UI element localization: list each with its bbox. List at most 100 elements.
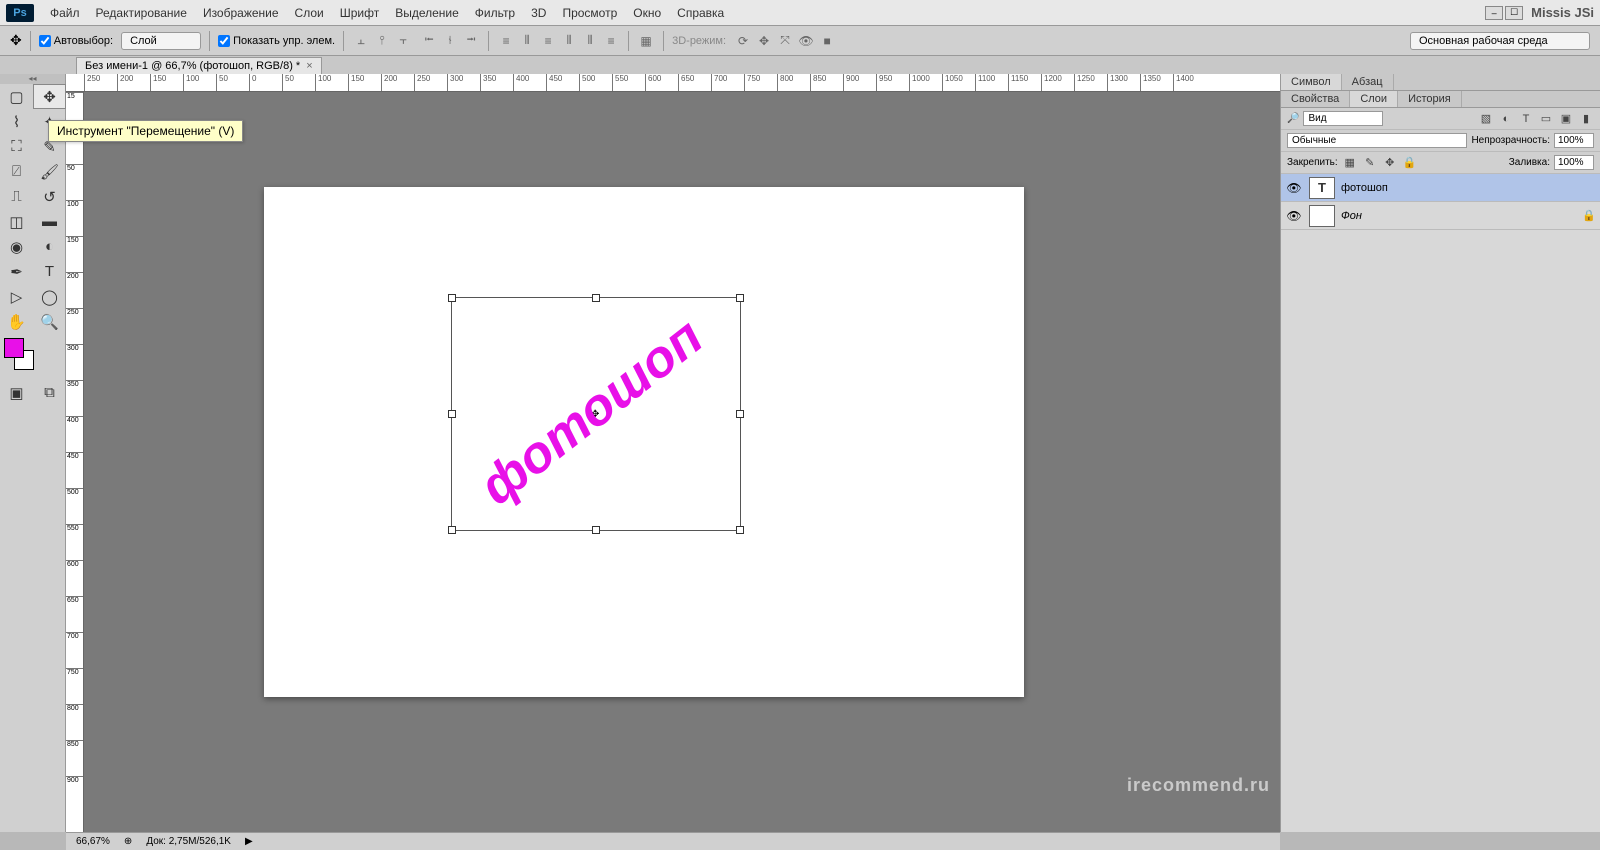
align-left-icon[interactable]: ⭰ bbox=[420, 32, 438, 50]
layer-name[interactable]: фотошоп bbox=[1341, 182, 1388, 194]
eraser-tool[interactable]: ◫ bbox=[0, 209, 33, 234]
blur-tool[interactable]: ◉ bbox=[0, 234, 33, 259]
menu-view[interactable]: Просмотр bbox=[554, 2, 625, 24]
auto-align-icon[interactable]: ▦ bbox=[637, 32, 655, 50]
foreground-color[interactable] bbox=[4, 338, 24, 358]
align-vcenter-icon[interactable]: ⫯ bbox=[373, 32, 391, 50]
menu-3d[interactable]: 3D bbox=[523, 2, 554, 24]
handle-e[interactable] bbox=[736, 410, 744, 418]
menu-type[interactable]: Шрифт bbox=[332, 2, 387, 24]
filter-shape-icon[interactable]: ▭ bbox=[1538, 112, 1554, 126]
align-hcenter-icon[interactable]: ⫮ bbox=[441, 32, 459, 50]
shape-tool[interactable]: ◯ bbox=[33, 284, 66, 309]
healing-tool[interactable]: ⍁ bbox=[0, 159, 33, 184]
lock-all-icon[interactable]: 🔒 bbox=[1402, 156, 1418, 170]
layer-thumb-text[interactable]: T bbox=[1309, 177, 1335, 199]
layer-row[interactable]: 👁 T фотошоп bbox=[1281, 174, 1600, 202]
distribute-icon[interactable]: ⦀ bbox=[560, 32, 578, 50]
vertical-ruler[interactable]: 1505010015020025030035040045050055060065… bbox=[66, 92, 84, 832]
fill-input[interactable]: 100% bbox=[1554, 155, 1594, 170]
type-tool[interactable]: T bbox=[33, 259, 66, 284]
menu-select[interactable]: Выделение bbox=[387, 2, 467, 24]
pan-icon[interactable]: ✥ bbox=[755, 32, 773, 50]
dodge-tool[interactable]: ◐ bbox=[33, 234, 66, 259]
pen-tool[interactable]: ✒ bbox=[0, 259, 33, 284]
menu-help[interactable]: Справка bbox=[669, 2, 732, 24]
minimize-button[interactable]: – bbox=[1485, 6, 1503, 20]
menu-edit[interactable]: Редактирование bbox=[88, 2, 195, 24]
filter-toggle-icon[interactable]: ▮ bbox=[1578, 112, 1594, 126]
align-right-icon[interactable]: ⭲ bbox=[462, 32, 480, 50]
marquee-tool[interactable]: ▢ bbox=[0, 84, 33, 109]
artboard[interactable]: ✥ фотошоп bbox=[264, 187, 1024, 697]
brush-tool[interactable]: 🖌 bbox=[33, 159, 66, 184]
lock-paint-icon[interactable]: ✎ bbox=[1362, 156, 1378, 170]
distribute-icon[interactable]: ⦀ bbox=[581, 32, 599, 50]
filter-image-icon[interactable]: ▧ bbox=[1478, 112, 1494, 126]
menu-layers[interactable]: Слои bbox=[287, 2, 332, 24]
gradient-tool[interactable]: ▬ bbox=[33, 209, 66, 234]
opacity-input[interactable]: 100% bbox=[1554, 133, 1594, 148]
document-tab[interactable]: Без имени-1 @ 66,7% (фотошоп, RGB/8) * × bbox=[76, 57, 322, 74]
tab-paragraph[interactable]: Абзац bbox=[1342, 74, 1394, 90]
maximize-button[interactable]: ☐ bbox=[1505, 6, 1523, 20]
layer-row[interactable]: 👁 Фон 🔒 bbox=[1281, 202, 1600, 230]
layer-name[interactable]: Фон bbox=[1341, 210, 1362, 222]
visibility-icon[interactable]: 👁 bbox=[1285, 181, 1303, 195]
distribute-icon[interactable]: ≡ bbox=[602, 32, 620, 50]
menu-filter[interactable]: Фильтр bbox=[467, 2, 523, 24]
filter-text-icon[interactable]: T bbox=[1518, 112, 1534, 126]
handle-s[interactable] bbox=[592, 526, 600, 534]
handle-n[interactable] bbox=[592, 294, 600, 302]
lock-position-icon[interactable]: ✥ bbox=[1382, 156, 1398, 170]
show-controls-checkbox[interactable]: Показать упр. элем. bbox=[218, 35, 335, 47]
lock-pixels-icon[interactable]: ▦ bbox=[1342, 156, 1358, 170]
quickmask-tool[interactable]: ▣ bbox=[0, 380, 33, 405]
status-expand-icon[interactable]: ▶ bbox=[245, 836, 253, 847]
color-swatches[interactable] bbox=[0, 334, 65, 374]
filter-adjust-icon[interactable]: ◐ bbox=[1498, 112, 1514, 126]
menu-image[interactable]: Изображение bbox=[195, 2, 287, 24]
tab-properties[interactable]: Свойства bbox=[1281, 91, 1350, 107]
lasso-tool[interactable]: ⌇ bbox=[0, 109, 33, 134]
blend-mode-dropdown[interactable]: Обычные bbox=[1287, 133, 1467, 148]
distribute-icon[interactable]: ≡ bbox=[539, 32, 557, 50]
handle-nw[interactable] bbox=[448, 294, 456, 302]
align-top-icon[interactable]: ⫠ bbox=[352, 32, 370, 50]
menu-file[interactable]: Файл bbox=[42, 2, 88, 24]
distribute-icon[interactable]: ⦀ bbox=[518, 32, 536, 50]
zoom-level[interactable]: 66,67% bbox=[76, 836, 110, 847]
tab-character[interactable]: Символ bbox=[1281, 74, 1342, 90]
history-brush-tool[interactable]: ↺ bbox=[33, 184, 66, 209]
handle-w[interactable] bbox=[448, 410, 456, 418]
doc-info-icon[interactable]: ⊕ bbox=[124, 836, 132, 847]
workspace-dropdown[interactable]: Основная рабочая среда bbox=[1410, 32, 1590, 50]
orbit-icon[interactable]: ⟳ bbox=[734, 32, 752, 50]
hand-tool[interactable]: ✋ bbox=[0, 309, 33, 334]
eye-icon[interactable]: 👁 bbox=[797, 32, 815, 50]
horizontal-ruler[interactable]: 2502001501005005010015020025030035040045… bbox=[66, 74, 1280, 92]
layer-filter-dropdown[interactable]: Вид bbox=[1303, 111, 1383, 126]
handle-se[interactable] bbox=[736, 526, 744, 534]
close-tab-icon[interactable]: × bbox=[306, 60, 312, 72]
path-tool[interactable]: ▷ bbox=[0, 284, 33, 309]
tab-layers[interactable]: Слои bbox=[1350, 91, 1398, 107]
toolbox-collapse[interactable]: ◂◂ bbox=[0, 74, 65, 84]
handle-sw[interactable] bbox=[448, 526, 456, 534]
visibility-icon[interactable]: 👁 bbox=[1285, 209, 1303, 223]
screenmode-tool[interactable]: ⧉ bbox=[33, 380, 66, 405]
handle-ne[interactable] bbox=[736, 294, 744, 302]
canvas-area[interactable]: ✥ фотошоп bbox=[84, 92, 1280, 832]
layer-thumb-bg[interactable] bbox=[1309, 205, 1335, 227]
move-icon[interactable]: ⤧ bbox=[776, 32, 794, 50]
move-tool[interactable]: ✥ bbox=[33, 84, 66, 109]
menu-window[interactable]: Окно bbox=[625, 2, 669, 24]
auto-select-checkbox[interactable]: Автовыбор: bbox=[39, 35, 113, 47]
stamp-tool[interactable]: ⎍ bbox=[0, 184, 33, 209]
filter-smart-icon[interactable]: ▣ bbox=[1558, 112, 1574, 126]
crop-tool[interactable]: ⛶ bbox=[0, 134, 33, 159]
zoom-tool[interactable]: 🔍 bbox=[33, 309, 66, 334]
auto-select-dropdown[interactable]: Слой bbox=[121, 32, 201, 50]
distribute-icon[interactable]: ≡ bbox=[497, 32, 515, 50]
align-bottom-icon[interactable]: ⫟ bbox=[394, 32, 412, 50]
